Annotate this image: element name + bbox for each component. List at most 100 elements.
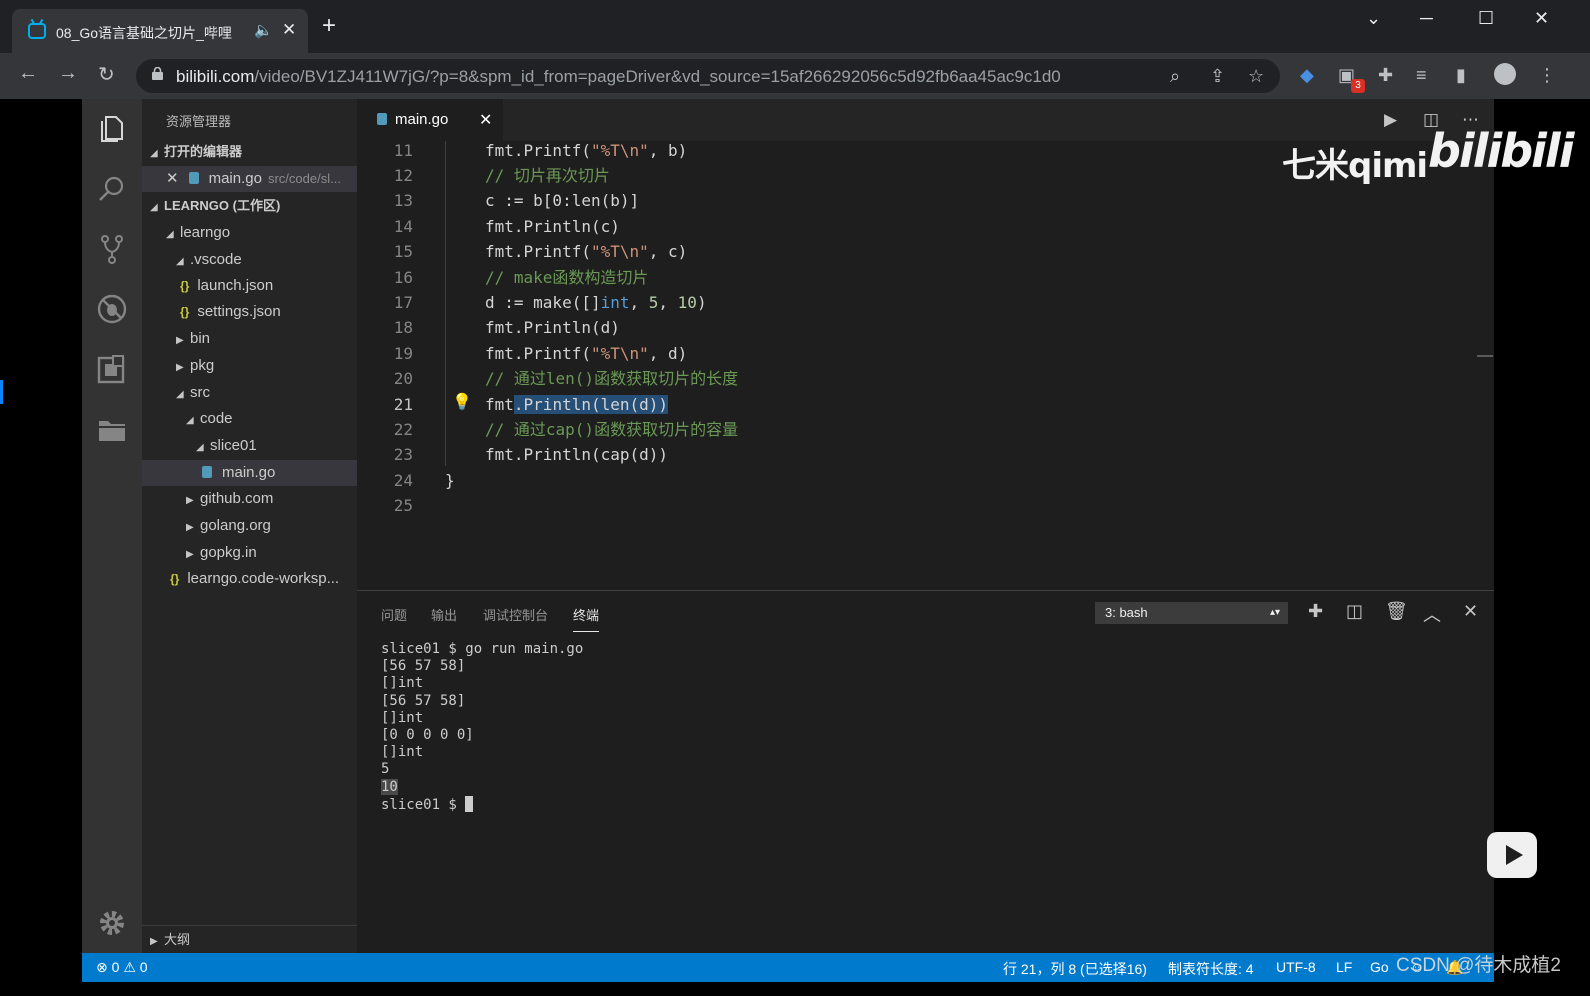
open-editor-item[interactable]: ✕ main.go src/code/sl...: [142, 166, 357, 192]
new-terminal-icon[interactable]: ✚: [1308, 601, 1323, 622]
maximize-panel-icon[interactable]: ︿: [1423, 601, 1441, 627]
terminal-line: 10: [381, 778, 583, 796]
zoom-icon[interactable]: ⌕: [1170, 66, 1180, 87]
terminal-output[interactable]: slice01 $ go run main.go [56 57 58] []int[…: [381, 641, 583, 814]
bilibili-play-icon[interactable]: [1487, 832, 1537, 878]
status-bar: ⊗ 0 ⚠ 0 行 21，列 8 (已选择16) 制表符长度: 4 UTF-8 …: [82, 953, 1494, 982]
tree-file-workspace[interactable]: {} learngo.code-worksp...: [142, 566, 357, 592]
tree-folder-code[interactable]: ◢ code: [142, 406, 357, 432]
debug-icon[interactable]: [96, 293, 128, 325]
open-editors-section[interactable]: ◢ 打开的编辑器: [142, 139, 357, 165]
json-file-icon: {}: [180, 305, 190, 319]
tree-folder-gopkg[interactable]: ▶ gopkg.in: [142, 540, 357, 566]
reload-icon[interactable]: ↻: [98, 62, 115, 87]
close-icon[interactable]: ✕: [166, 170, 179, 187]
line-number: 15: [393, 242, 413, 261]
editor-tab-main-go[interactable]: main.go ✕: [357, 99, 503, 141]
profile-avatar[interactable]: [1494, 63, 1516, 85]
share-icon[interactable]: ⇪: [1210, 66, 1225, 87]
indent-guide: [445, 141, 446, 466]
browser-tab-strip: 08_Go语言基础之切片_哔哩 🔈 ✕ + ⌄ ─ ☐ ✕: [0, 0, 1590, 53]
terminal-line: 5: [381, 761, 390, 778]
workspace-section[interactable]: ◢ LEARNGO (工作区): [142, 193, 357, 219]
encoding[interactable]: UTF-8: [1276, 959, 1316, 975]
language-mode[interactable]: Go: [1370, 959, 1389, 975]
tab-size[interactable]: 制表符长度: 4: [1168, 959, 1254, 979]
tab-close-icon[interactable]: ✕: [479, 110, 492, 130]
code-line: fmt.Printf("%T\n", b): [485, 141, 688, 160]
tree-file-launch-json[interactable]: {} launch.json: [142, 273, 357, 299]
activity-bar: [82, 99, 142, 953]
tree-folder-src[interactable]: ◢ src: [142, 380, 357, 406]
terminal-select[interactable]: 3: bash ▴▾: [1095, 602, 1288, 624]
code-editor[interactable]: 💡 11 12 13 14 15 16 17 18 19 20 21 22 23…: [357, 141, 1494, 590]
search-icon[interactable]: [96, 173, 128, 205]
code-line: c := b[0:len(b)]: [485, 191, 640, 210]
code-line: fmt.Println(c): [485, 217, 620, 236]
tree-folder-vscode[interactable]: ◢ .vscode: [142, 247, 357, 273]
close-window-button[interactable]: ✕: [1534, 8, 1549, 29]
tree-folder-learngo[interactable]: ◢ learngo: [142, 220, 357, 246]
tree-file-main-go[interactable]: main.go: [142, 460, 357, 486]
line-number: 24: [393, 471, 413, 490]
tree-folder-golang[interactable]: ▶ golang.org: [142, 513, 357, 539]
run-icon[interactable]: ▶: [1384, 110, 1397, 130]
code-line: fmt.Println(cap(d)): [485, 445, 669, 464]
chevron-down-icon: ◢: [176, 256, 184, 267]
tab-search-icon[interactable]: ⌄: [1366, 8, 1381, 29]
tab-terminal[interactable]: 终端: [573, 605, 600, 632]
side-panel-icon[interactable]: ▮: [1456, 65, 1466, 86]
tree-folder-bin[interactable]: ▶ bin: [142, 326, 357, 352]
code-comment: // 通过cap()函数获取切片的容量: [485, 420, 739, 439]
explorer-icon[interactable]: [96, 113, 128, 145]
eol[interactable]: LF: [1336, 959, 1352, 975]
text-selection: .Println(len(d)): [513, 395, 669, 414]
source-control-icon[interactable]: [96, 233, 128, 265]
gear-icon[interactable]: [96, 907, 128, 939]
cursor-position[interactable]: 行 21，列 8 (已选择16): [1003, 959, 1147, 979]
address-bar[interactable]: bilibili.com/video/BV1ZJ411W7jG/?p=8&spm…: [136, 59, 1280, 93]
bilibili-logo: bilibili: [1428, 124, 1574, 178]
problems-indicator[interactable]: ⊗ 0 ⚠ 0: [96, 959, 148, 976]
menu-kebab-icon[interactable]: ⋮: [1538, 65, 1556, 86]
outline-section[interactable]: ▶ 大纲: [142, 925, 357, 953]
close-panel-icon[interactable]: ✕: [1463, 601, 1478, 622]
back-icon[interactable]: ←: [18, 62, 38, 85]
line-number: 12: [393, 166, 413, 185]
chevron-right-icon: ▶: [176, 362, 184, 373]
browser-tab[interactable]: 08_Go语言基础之切片_哔哩 🔈 ✕: [12, 9, 308, 53]
speaker-icon[interactable]: 🔈: [254, 21, 273, 39]
tree-folder-github[interactable]: ▶ github.com: [142, 486, 357, 512]
json-file-icon: {}: [170, 572, 180, 586]
tree-folder-pkg[interactable]: ▶ pkg: [142, 353, 357, 379]
tree-folder-slice01[interactable]: ◢ slice01: [142, 433, 357, 459]
minimize-button[interactable]: ─: [1420, 8, 1433, 29]
terminal-line: []int: [381, 709, 424, 726]
bookmark-star-icon[interactable]: ☆: [1248, 66, 1264, 87]
new-tab-button[interactable]: +: [322, 14, 336, 38]
split-terminal-icon[interactable]: ◫: [1346, 601, 1363, 622]
extension-gem-icon[interactable]: ◆: [1300, 65, 1314, 86]
tree-file-settings-json[interactable]: {} settings.json: [142, 299, 357, 325]
chevron-right-icon: ▶: [186, 549, 194, 560]
extensions-icon[interactable]: [96, 353, 128, 385]
line-number: 14: [393, 217, 413, 236]
maximize-button[interactable]: ☐: [1478, 8, 1494, 29]
tab-problems[interactable]: 问题: [381, 605, 407, 624]
watermark-qimi: 七米qimi: [1282, 146, 1428, 186]
line-number-current: 21: [393, 395, 413, 414]
terminal-cursor: [465, 795, 474, 812]
code-line: fmt.Println(d): [485, 318, 620, 337]
go-file-icon: [202, 466, 212, 478]
tab-close-icon[interactable]: ✕: [282, 20, 296, 40]
puzzle-icon[interactable]: ✚: [1378, 65, 1393, 86]
forward-icon[interactable]: →: [58, 62, 78, 85]
lightbulb-icon[interactable]: 💡: [452, 392, 472, 411]
media-control-icon[interactable]: ≡: [1416, 65, 1427, 86]
folder-icon[interactable]: [96, 413, 128, 445]
error-icon: ⊗: [96, 959, 108, 975]
tab-output[interactable]: 输出: [431, 605, 457, 624]
tab-debug-console[interactable]: 调试控制台: [483, 605, 548, 624]
code-line-current: fmt.Println(len(d)): [485, 395, 669, 414]
trash-icon[interactable]: 🗑: [1385, 601, 1408, 622]
